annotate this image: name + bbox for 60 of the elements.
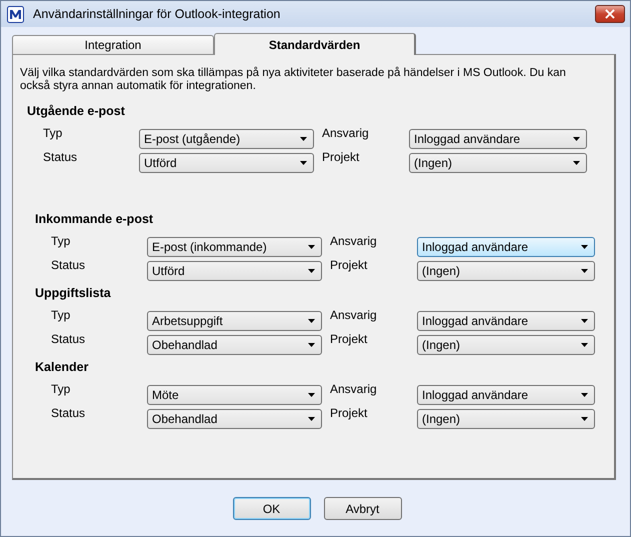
- dropdown[interactable]: Arbetsuppgift: [147, 311, 322, 331]
- caret-icon: [581, 245, 588, 249]
- field-label: Projekt: [330, 332, 368, 346]
- field-label: Typ: [51, 234, 72, 248]
- caret-icon: [573, 137, 580, 141]
- dropdown[interactable]: (Ingen): [409, 153, 587, 173]
- field-label: Typ: [43, 126, 64, 140]
- caret-icon: [308, 417, 315, 421]
- caret-icon: [308, 343, 315, 347]
- field-label: Ansvarig: [330, 308, 378, 322]
- caret-icon: [300, 137, 307, 141]
- caret-icon: [581, 393, 588, 397]
- section-heading: Inkommande e-post: [35, 212, 154, 228]
- app-logo-icon: [7, 6, 24, 22]
- caret-icon: [308, 269, 315, 273]
- dropdown[interactable]: (Ingen): [417, 409, 595, 429]
- dropdown[interactable]: E-post (utgående): [139, 129, 314, 149]
- caret-icon: [581, 417, 588, 421]
- dropdown[interactable]: Utförd: [139, 153, 314, 173]
- description-text: Välj vilka standardvärden som ska tillämpas på nya aktiviteter baserade på händelser i MS Outlook. Du kan också styra annan automatik för integrationen.: [20, 67, 567, 93]
- field-label: Ansvarig: [330, 234, 378, 248]
- caret-icon: [308, 393, 315, 397]
- dropdown[interactable]: Obehandlad: [147, 409, 322, 429]
- field-label: Status: [51, 332, 86, 346]
- field-label: Status: [51, 258, 86, 272]
- dropdown[interactable]: Utförd: [147, 261, 322, 281]
- field-label: Projekt: [330, 406, 368, 420]
- field-label: Status: [51, 406, 86, 420]
- dropdown[interactable]: Inloggad användare: [417, 385, 595, 405]
- close-button[interactable]: ×: [595, 5, 625, 23]
- field-label: Typ: [51, 382, 72, 396]
- window-title: Användarinställningar för Outlook-integration: [33, 7, 282, 21]
- dropdown[interactable]: (Ingen): [417, 261, 595, 281]
- caret-icon: [300, 161, 307, 165]
- dropdown[interactable]: Inloggad användare: [409, 129, 587, 149]
- tab[interactable]: Standardvärden: [214, 33, 416, 55]
- dropdown[interactable]: Möte: [147, 385, 322, 405]
- field-label: Projekt: [322, 150, 360, 164]
- field-label: Ansvarig: [322, 126, 370, 140]
- field-label: Ansvarig: [330, 382, 378, 396]
- caret-icon: [573, 161, 580, 165]
- caret-icon: [581, 343, 588, 347]
- cancel-button[interactable]: Avbryt: [324, 497, 402, 520]
- dropdown[interactable]: (Ingen): [417, 335, 595, 355]
- field-label: Status: [43, 150, 78, 164]
- field-label: Projekt: [330, 258, 368, 272]
- caret-icon: [308, 319, 315, 323]
- section-heading: Utgående e-post: [27, 104, 126, 120]
- dropdown[interactable]: Inloggad användare: [417, 311, 595, 331]
- dropdown[interactable]: E-post (inkommande): [147, 237, 322, 257]
- caret-icon: [308, 245, 315, 249]
- dropdown[interactable]: Obehandlad: [147, 335, 322, 355]
- ok-button[interactable]: OK: [232, 497, 310, 520]
- section-heading: Kalender: [35, 360, 90, 376]
- caret-icon: [581, 319, 588, 323]
- tab[interactable]: Integration: [12, 35, 214, 54]
- dropdown[interactable]: Inloggad användare: [417, 237, 595, 257]
- section-heading: Uppgiftslista: [35, 286, 112, 302]
- caret-icon: [581, 269, 588, 273]
- field-label: Typ: [51, 308, 72, 322]
